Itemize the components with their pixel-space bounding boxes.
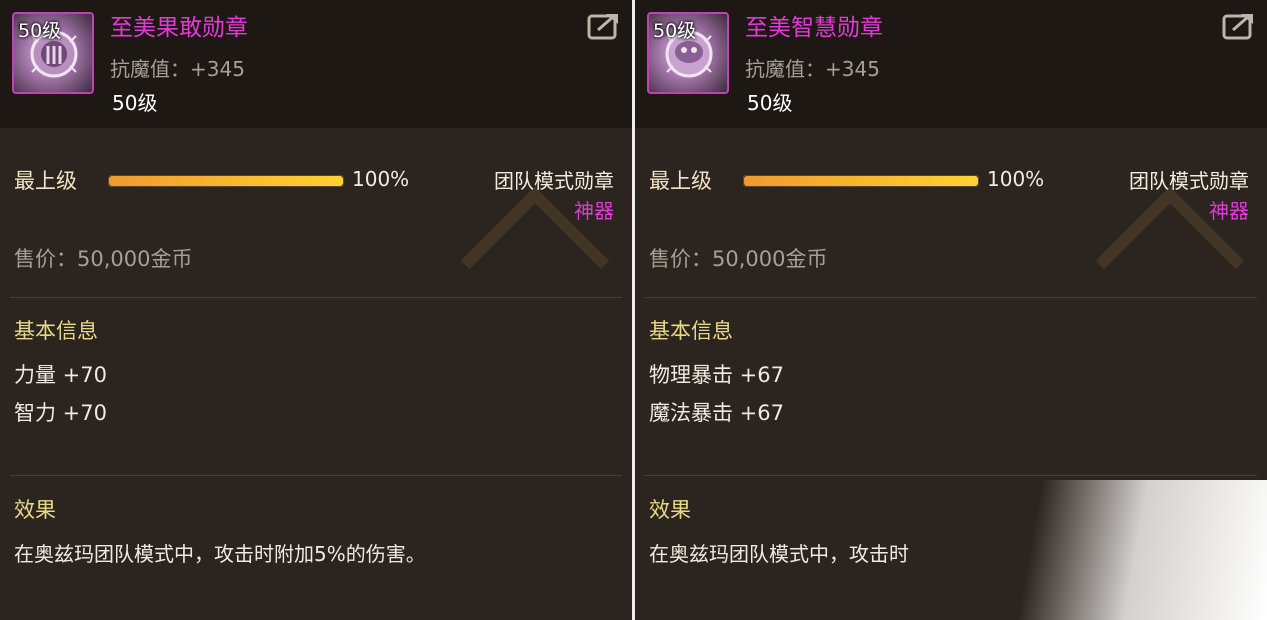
effect-text: 在奥兹玛团队模式中，攻击时附加5%的伤害。 (14, 542, 426, 566)
divider (645, 475, 1257, 476)
item-name: 至美智慧勋章 (745, 15, 883, 41)
item-tooltip-right: 50级 至美智慧勋章 抗魔值：+345 50级 最上级 100% 团队模式勋章 … (635, 0, 1267, 620)
grade-percent: 100% (352, 167, 410, 191)
medal-icon[interactable]: 50级 (12, 12, 94, 94)
attribute-line: 物理暴击 +67 (649, 363, 784, 387)
rarity-label: 神器 (574, 199, 614, 223)
rarity-label: 神器 (1209, 199, 1249, 223)
share-icon[interactable] (586, 10, 622, 42)
share-icon[interactable] (1221, 10, 1257, 42)
grade-progress-bar (743, 175, 979, 187)
item-level: 50级 (112, 91, 158, 115)
grade-percent: 100% (987, 167, 1045, 191)
sell-price: 售价：50,000金币 (14, 247, 193, 271)
effect-title: 效果 (649, 498, 691, 522)
grade-label: 最上级 (649, 169, 712, 193)
attribute-line: 魔法暴击 +67 (649, 401, 784, 425)
basic-info-title: 基本信息 (649, 319, 733, 343)
attribute-line: 智力 +70 (14, 401, 107, 425)
tooltip-comparison: 50级 至美果敢勋章 抗魔值：+345 50级 最上级 100% 团队模式勋章 … (0, 0, 1267, 620)
item-level: 50级 (747, 91, 793, 115)
grade-progress-fill (744, 176, 978, 186)
divider (10, 297, 622, 298)
tooltip-header: 50级 至美智慧勋章 抗魔值：+345 50级 (635, 0, 1267, 128)
basic-info-title: 基本信息 (14, 319, 98, 343)
medal-icon[interactable]: 50级 (647, 12, 729, 94)
level-badge: 50级 (18, 20, 62, 42)
grade-progress-fill (109, 176, 343, 186)
level-badge: 50级 (653, 20, 697, 42)
grade-label: 最上级 (14, 169, 77, 193)
attribute-line: 力量 +70 (14, 363, 107, 387)
item-tooltip-left: 50级 至美果敢勋章 抗魔值：+345 50级 最上级 100% 团队模式勋章 … (0, 0, 632, 620)
watermark-fade (935, 480, 1267, 620)
tooltip-header: 50级 至美果敢勋章 抗魔值：+345 50级 (0, 0, 632, 128)
divider (645, 297, 1257, 298)
grade-row: 最上级 100% 团队模式勋章 神器 (14, 165, 614, 225)
grade-row: 最上级 100% 团队模式勋章 神器 (649, 165, 1249, 225)
divider (10, 475, 622, 476)
effect-text: 在奥兹玛团队模式中，攻击时 (649, 542, 909, 566)
medal-type: 团队模式勋章 (1129, 169, 1249, 193)
magic-resist-stat: 抗魔值：+345 (745, 57, 880, 81)
magic-resist-stat: 抗魔值：+345 (110, 57, 245, 81)
effect-title: 效果 (14, 498, 56, 522)
medal-type: 团队模式勋章 (494, 169, 614, 193)
item-name: 至美果敢勋章 (110, 15, 248, 41)
grade-progress-bar (108, 175, 344, 187)
sell-price: 售价：50,000金币 (649, 247, 828, 271)
